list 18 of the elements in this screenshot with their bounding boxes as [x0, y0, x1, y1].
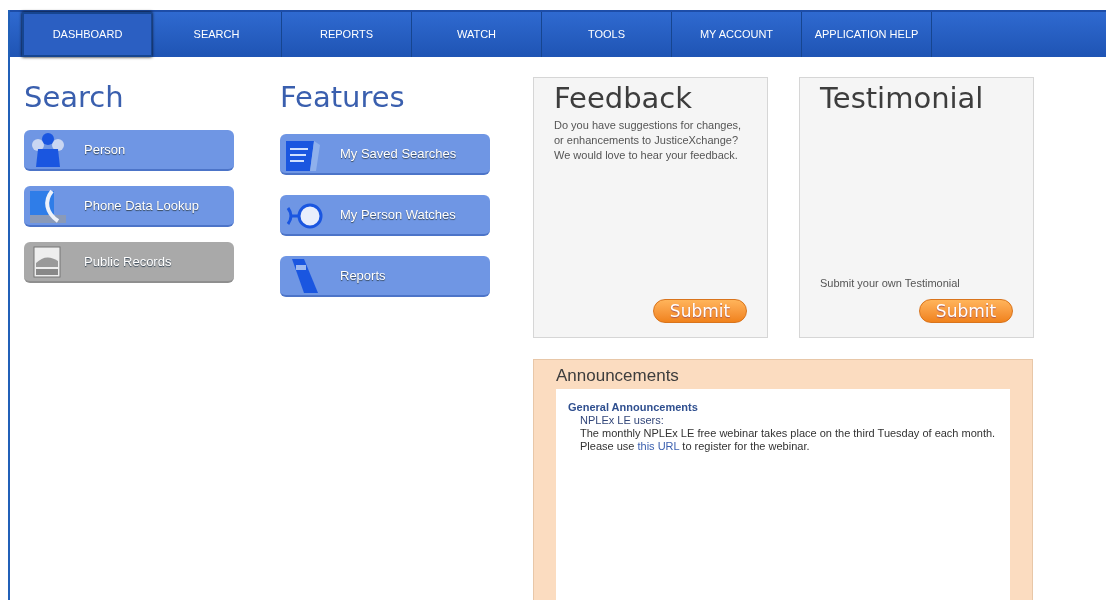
card-title: Testimonial	[820, 84, 985, 113]
announcement-greeting: NPLEx LE users:	[579, 413, 665, 427]
nav-tab[interactable]: WATCH	[412, 12, 542, 57]
panel-title: Announcements	[556, 365, 680, 387]
announcement-heading: General Announcements	[568, 400, 699, 414]
section-title: Search	[24, 83, 125, 112]
card-title: Feedback	[554, 84, 694, 113]
section-title: Features	[280, 83, 406, 112]
announcement-message: The monthly NPLEx LE free webinar takes place on the third Tuesday of each month. Please use this URL to register for the webinar.	[579, 426, 997, 453]
nav-tab[interactable]: MY ACCOUNT	[672, 12, 802, 57]
nav-tab[interactable]: APPLICATION HELP	[802, 12, 932, 57]
nav-tab[interactable]: SEARCH	[152, 12, 282, 57]
nav-tab[interactable]: DASHBOARD	[22, 12, 152, 57]
nav-tab[interactable]: REPORTS	[282, 12, 412, 57]
feedback-text: Do you have suggestions for changes, or enhancements to JusticeXchange? We would love to hear your feedback.	[554, 118, 743, 163]
nav-tab[interactable]: TOOLS	[542, 12, 672, 57]
url-link[interactable]: this URL	[637, 439, 680, 452]
testimonial-text: Submit your own Testimonial	[820, 275, 961, 291]
